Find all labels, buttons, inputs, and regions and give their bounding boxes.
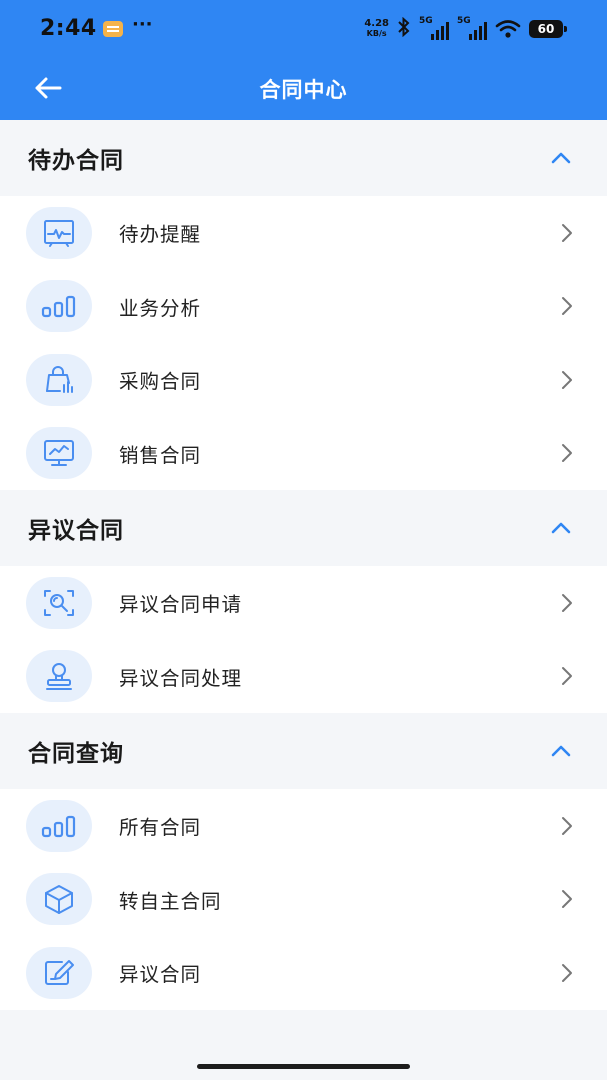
bar-chart-icon bbox=[26, 799, 92, 852]
wifi-icon bbox=[495, 19, 521, 39]
activity-board-icon bbox=[26, 206, 92, 259]
section-contract-query: 合同查询 所有合同 转自主合同 异议合同 bbox=[0, 713, 607, 1010]
more-notifications-dots: ··· bbox=[132, 14, 153, 35]
status-time: 2:44 bbox=[40, 16, 97, 41]
status-icons: 4.28 KB/s 5G 5G 60 bbox=[364, 16, 567, 42]
chevron-right-icon bbox=[557, 889, 577, 909]
chevron-up-icon bbox=[551, 522, 571, 534]
section-items: 待办提醒 业务分析 采购合同 销售合同 bbox=[0, 196, 607, 490]
section-items: 所有合同 转自主合同 异议合同 bbox=[0, 789, 607, 1010]
bar-chart-icon bbox=[26, 280, 92, 333]
menu-item-label: 所有合同 bbox=[119, 816, 202, 840]
menu-item-label: 待办提醒 bbox=[119, 223, 202, 247]
menu-item-all-contracts[interactable]: 所有合同 bbox=[0, 789, 607, 863]
battery-icon: 60 bbox=[529, 20, 567, 38]
chevron-right-icon bbox=[557, 370, 577, 390]
menu-item-label: 异议合同 bbox=[119, 963, 202, 987]
network-speed-unit: KB/s bbox=[366, 29, 387, 38]
chevron-right-icon bbox=[557, 443, 577, 463]
chevron-up-icon bbox=[551, 745, 571, 757]
menu-item-disputed-contracts[interactable]: 异议合同 bbox=[0, 936, 607, 1010]
chevron-right-icon bbox=[557, 593, 577, 613]
network-speed-value: 4.28 bbox=[364, 18, 389, 29]
chevron-right-icon bbox=[557, 223, 577, 243]
menu-item-label: 销售合同 bbox=[119, 443, 202, 467]
section-title: 待办合同 bbox=[28, 148, 124, 174]
section-pending-contracts: 待办合同 待办提醒 业务分析 采购合同 销售合同 bbox=[0, 120, 607, 490]
section-header[interactable]: 合同查询 bbox=[0, 713, 607, 789]
app-header: 2:44 ··· 4.28 KB/s 5G 5G 60 合同中心 bbox=[0, 0, 607, 120]
cube-icon bbox=[26, 873, 92, 926]
section-title: 合同查询 bbox=[28, 741, 124, 767]
status-bar: 2:44 ··· 4.28 KB/s 5G 5G 60 bbox=[0, 0, 607, 58]
signal-icon: 5G bbox=[419, 16, 449, 40]
section-title: 异议合同 bbox=[28, 518, 124, 544]
menu-item-dispute-application[interactable]: 异议合同申请 bbox=[0, 566, 607, 640]
contract-menu: 待办合同 待办提醒 业务分析 采购合同 销售合同 异议合同 异议合同申请 异议合… bbox=[0, 120, 607, 1010]
menu-item-purchase-contract[interactable]: 采购合同 bbox=[0, 343, 607, 417]
bluetooth-icon bbox=[397, 16, 411, 42]
monitor-chart-icon bbox=[26, 427, 92, 480]
menu-item-label: 采购合同 bbox=[119, 370, 202, 394]
home-indicator[interactable] bbox=[197, 1064, 410, 1069]
menu-item-label: 业务分析 bbox=[119, 296, 202, 320]
message-notification-icon bbox=[103, 21, 123, 37]
menu-item-convert-to-own-contract[interactable]: 转自主合同 bbox=[0, 863, 607, 937]
page-title: 合同中心 bbox=[259, 78, 348, 102]
shopping-bag-icon bbox=[26, 353, 92, 406]
menu-item-label: 异议合同申请 bbox=[119, 593, 243, 617]
edit-icon bbox=[26, 946, 92, 999]
chevron-right-icon bbox=[557, 963, 577, 983]
menu-item-label: 转自主合同 bbox=[119, 889, 222, 913]
menu-item-business-analysis[interactable]: 业务分析 bbox=[0, 270, 607, 344]
menu-item-dispute-processing[interactable]: 异议合同处理 bbox=[0, 640, 607, 714]
chevron-right-icon bbox=[557, 296, 577, 316]
menu-item-pending-reminder[interactable]: 待办提醒 bbox=[0, 196, 607, 270]
menu-item-sales-contract[interactable]: 销售合同 bbox=[0, 417, 607, 491]
section-header[interactable]: 待办合同 bbox=[0, 120, 607, 196]
chevron-right-icon bbox=[557, 816, 577, 836]
stamp-icon bbox=[26, 650, 92, 703]
chevron-right-icon bbox=[557, 666, 577, 686]
section-items: 异议合同申请 异议合同处理 bbox=[0, 566, 607, 713]
navigation-bar: 合同中心 bbox=[0, 58, 607, 120]
document-search-icon bbox=[26, 576, 92, 629]
signal-icon: 5G bbox=[457, 16, 487, 40]
menu-item-label: 异议合同处理 bbox=[119, 666, 243, 690]
chevron-up-icon bbox=[551, 152, 571, 164]
section-disputed-contracts: 异议合同 异议合同申请 异议合同处理 bbox=[0, 490, 607, 713]
section-header[interactable]: 异议合同 bbox=[0, 490, 607, 566]
network-speed: 4.28 KB/s bbox=[364, 19, 389, 39]
